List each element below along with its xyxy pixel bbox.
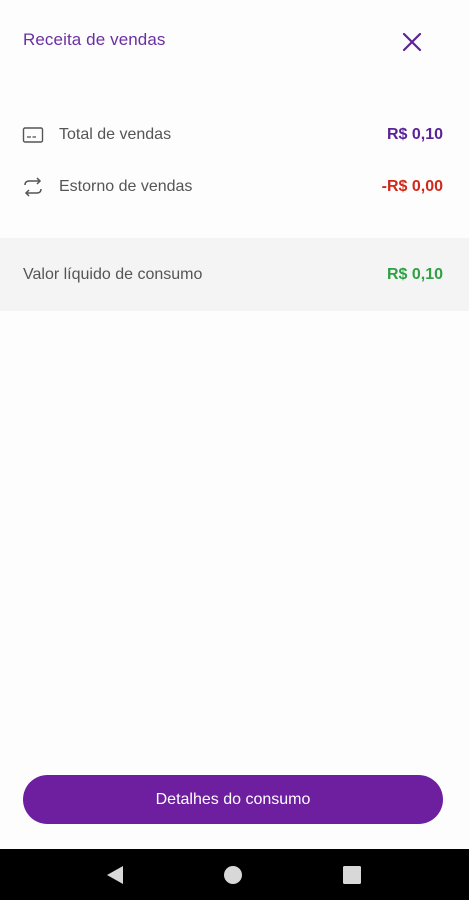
sales-refund-label: Estorno de vendas <box>59 178 193 195</box>
sales-refund-value: -R$ 0,00 <box>381 178 443 195</box>
sales-refund-row: Estorno de vendas -R$ 0,00 <box>0 162 469 214</box>
total-sales-row: Total de vendas R$ 0,10 <box>0 110 469 162</box>
total-sales-value: R$ 0,10 <box>386 126 443 143</box>
consumption-details-button[interactable]: Detalhes do consumo <box>23 775 443 824</box>
close-button[interactable] <box>396 26 428 58</box>
net-consumption-row: Valor líquido de consumo R$ 0,10 <box>0 238 469 311</box>
home-circle-icon[interactable] <box>222 864 244 886</box>
recent-square-icon[interactable] <box>341 864 363 886</box>
page-title: Receita de vendas <box>23 30 166 49</box>
credit-card-icon <box>22 127 44 143</box>
net-consumption-label: Valor líquido de consumo <box>23 266 203 283</box>
system-navigation-bar <box>0 849 469 900</box>
total-sales-label: Total de vendas <box>59 126 172 143</box>
close-icon <box>402 32 422 52</box>
header: Receita de vendas <box>0 0 469 82</box>
back-triangle-icon[interactable] <box>104 864 126 886</box>
refund-arrows-icon <box>24 177 42 197</box>
net-consumption-value: R$ 0,10 <box>386 266 443 283</box>
